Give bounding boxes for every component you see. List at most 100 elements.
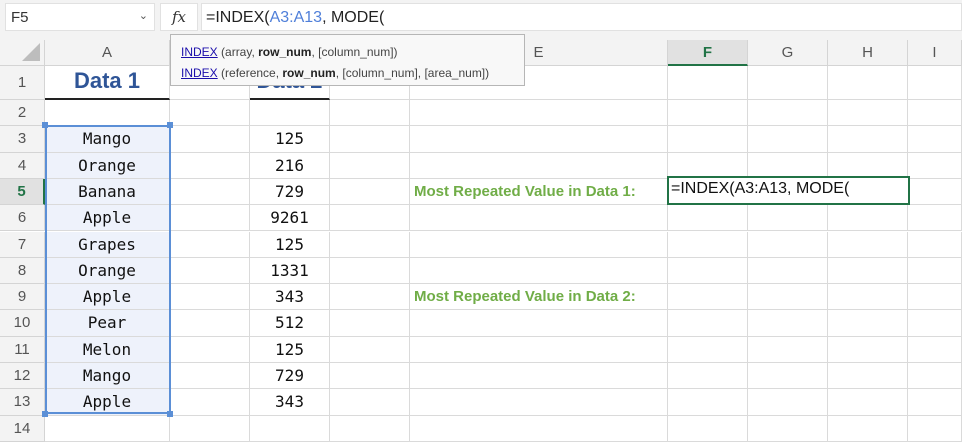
- cell-H11[interactable]: [828, 336, 908, 363]
- cell-G2[interactable]: [748, 100, 828, 127]
- row-header-7[interactable]: 7: [0, 231, 45, 258]
- name-box[interactable]: F5 ⌄: [5, 3, 155, 31]
- cell-H3[interactable]: [828, 126, 908, 153]
- cell-E12[interactable]: [410, 363, 668, 390]
- cell-E14[interactable]: [410, 415, 668, 442]
- cell-G7[interactable]: [748, 231, 828, 258]
- cell-F13[interactable]: [668, 389, 748, 416]
- cell-H1[interactable]: [828, 66, 908, 100]
- cell-E13[interactable]: [410, 389, 668, 416]
- cell-A3[interactable]: Mango: [45, 126, 170, 153]
- cell-C5[interactable]: 729: [250, 178, 330, 206]
- cell-B8[interactable]: [170, 257, 250, 285]
- cell-A12[interactable]: Mango: [45, 363, 170, 390]
- function-help-link[interactable]: INDEX: [181, 66, 218, 80]
- cell-I6[interactable]: [908, 205, 962, 232]
- cell-I11[interactable]: [908, 336, 962, 363]
- cell-A13[interactable]: Apple: [45, 389, 170, 416]
- cell-I4[interactable]: [908, 152, 962, 179]
- cell-C8[interactable]: 1331: [250, 257, 330, 285]
- cell-E5[interactable]: Most Repeated Value in Data 1:: [410, 178, 668, 206]
- cell-A6[interactable]: Apple: [45, 205, 170, 232]
- row-header-2[interactable]: 2: [0, 100, 45, 127]
- cell-C11[interactable]: 125: [250, 336, 330, 363]
- cell-A2[interactable]: [45, 100, 170, 127]
- cell-I3[interactable]: [908, 126, 962, 153]
- cell-D8[interactable]: [330, 257, 410, 285]
- cell-A11[interactable]: Melon: [45, 336, 170, 363]
- cell-C10[interactable]: 512: [250, 310, 330, 337]
- select-all-button[interactable]: [0, 40, 45, 66]
- cell-B11[interactable]: [170, 336, 250, 363]
- cell-I10[interactable]: [908, 310, 962, 337]
- cell-C9[interactable]: 343: [250, 284, 330, 311]
- function-help-link[interactable]: INDEX: [181, 45, 218, 59]
- cell-G12[interactable]: [748, 363, 828, 390]
- cell-F14[interactable]: [668, 415, 748, 442]
- cell-G10[interactable]: [748, 310, 828, 337]
- cell-C12[interactable]: 729: [250, 363, 330, 390]
- range-handle[interactable]: [42, 411, 48, 417]
- cell-A9[interactable]: Apple: [45, 284, 170, 311]
- cell-B9[interactable]: [170, 284, 250, 311]
- cell-I1[interactable]: [908, 66, 962, 100]
- cell-G13[interactable]: [748, 389, 828, 416]
- insert-function-icon[interactable]: fx: [160, 3, 198, 31]
- cell-F3[interactable]: [668, 126, 748, 153]
- column-header-A[interactable]: A: [45, 40, 170, 66]
- column-header-F[interactable]: F: [668, 40, 748, 66]
- cell-A5[interactable]: Banana: [45, 178, 170, 206]
- cell-F10[interactable]: [668, 310, 748, 337]
- chevron-down-icon[interactable]: ⌄: [139, 9, 148, 22]
- cell-D7[interactable]: [330, 231, 410, 258]
- cell-C13[interactable]: 343: [250, 389, 330, 416]
- cell-D2[interactable]: [330, 100, 410, 127]
- cell-F8[interactable]: [668, 257, 748, 285]
- cell-H12[interactable]: [828, 363, 908, 390]
- cell-H9[interactable]: [828, 284, 908, 311]
- cell-G6[interactable]: [748, 205, 828, 232]
- cell-G8[interactable]: [748, 257, 828, 285]
- cell-G1[interactable]: [748, 66, 828, 100]
- cell-I8[interactable]: [908, 257, 962, 285]
- row-header-14[interactable]: 14: [0, 415, 45, 442]
- cell-C14[interactable]: [250, 415, 330, 442]
- cell-B7[interactable]: [170, 231, 250, 258]
- cell-F9[interactable]: [668, 284, 748, 311]
- column-header-H[interactable]: H: [828, 40, 908, 66]
- cell-A8[interactable]: Orange: [45, 257, 170, 285]
- cell-A14[interactable]: [45, 415, 170, 442]
- cell-C7[interactable]: 125: [250, 231, 330, 258]
- cell-C4[interactable]: 216: [250, 152, 330, 179]
- cell-H6[interactable]: [828, 205, 908, 232]
- cell-C6[interactable]: 9261: [250, 205, 330, 232]
- cell-H13[interactable]: [828, 389, 908, 416]
- cell-G14[interactable]: [748, 415, 828, 442]
- cell-F7[interactable]: [668, 231, 748, 258]
- cell-F12[interactable]: [668, 363, 748, 390]
- column-header-G[interactable]: G: [748, 40, 828, 66]
- cell-D5[interactable]: [330, 178, 410, 206]
- cell-A7[interactable]: Grapes: [45, 231, 170, 258]
- cell-B4[interactable]: [170, 152, 250, 179]
- cell-D11[interactable]: [330, 336, 410, 363]
- column-header-I[interactable]: I: [908, 40, 962, 66]
- cell-F1[interactable]: [668, 66, 748, 100]
- formula-input[interactable]: =INDEX(A3:A13, MODE(: [201, 3, 962, 31]
- cell-D9[interactable]: [330, 284, 410, 311]
- cell-E10[interactable]: [410, 310, 668, 337]
- cell-E3[interactable]: [410, 126, 668, 153]
- row-header-10[interactable]: 10: [0, 310, 45, 337]
- cell-G4[interactable]: [748, 152, 828, 179]
- row-header-9[interactable]: 9: [0, 284, 45, 311]
- cell-B6[interactable]: [170, 205, 250, 232]
- row-header-6[interactable]: 6: [0, 205, 45, 232]
- cell-H4[interactable]: [828, 152, 908, 179]
- cell-D3[interactable]: [330, 126, 410, 153]
- cell-F6[interactable]: [668, 205, 748, 232]
- cell-E11[interactable]: [410, 336, 668, 363]
- range-handle[interactable]: [167, 411, 173, 417]
- range-handle[interactable]: [167, 122, 173, 128]
- cell-G3[interactable]: [748, 126, 828, 153]
- cell-E8[interactable]: [410, 257, 668, 285]
